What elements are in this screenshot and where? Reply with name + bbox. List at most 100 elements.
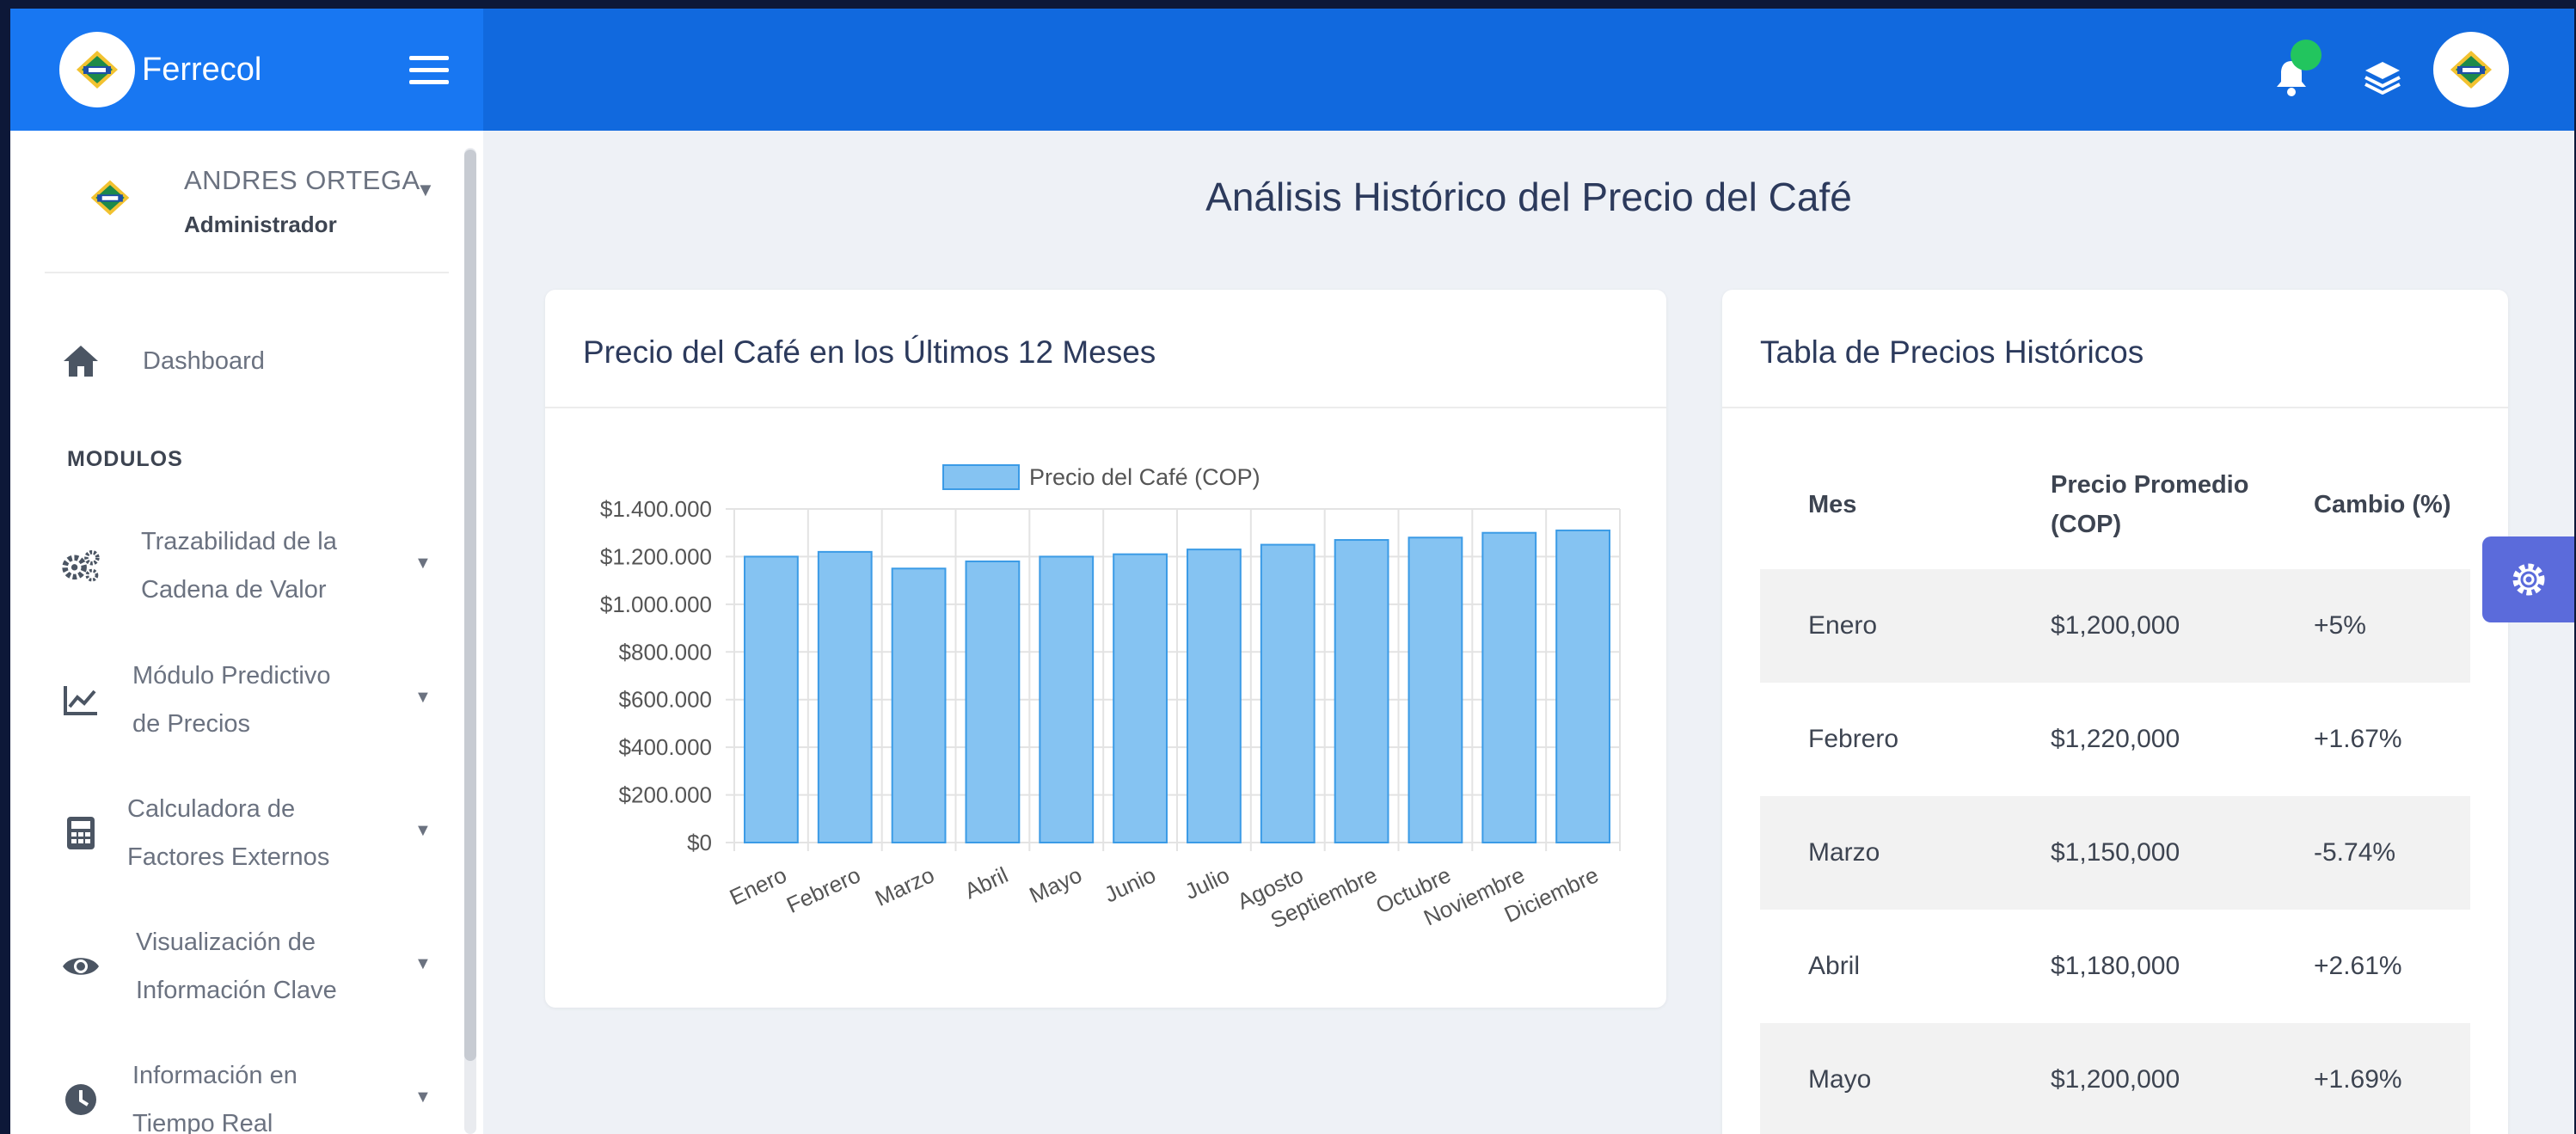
sidebar-item-label: Trazabilidad de la [141,528,337,555]
column-header-precio: Precio Promedio (COP) [2051,471,2249,538]
home-icon [60,340,101,382]
user-logo-icon [90,180,130,216]
bar [1260,543,1316,843]
price-table: Mes Precio Promedio (COP) Cambio (%) Ene… [1760,440,2470,1134]
page-title: Análisis Histórico del Precio del Café [1205,175,1852,219]
chevron-down-icon[interactable]: ▼ [416,179,435,201]
cell-change: +1.69% [2266,1023,2470,1134]
cell-price: $1,200,000 [2003,1023,2266,1134]
sidebar-item-label: Información en [132,1062,297,1089]
bar [1113,553,1168,844]
y-tick-label: $0 [687,830,712,855]
chart-card-title: Precio del Café en los Últimos 12 Meses [583,334,1156,370]
sidebar-item-tiempo-real[interactable]: Información en Tiempo Real ▼ [45,1051,457,1134]
x-tick-label: Junio [1101,861,1160,907]
bar [891,567,947,844]
sidebar-item-dashboard[interactable]: Dashboard [45,337,457,385]
x-tick-label: Enero [726,861,791,910]
cell-month: Enero [1760,569,2003,683]
chevron-down-icon[interactable]: ▼ [414,954,432,974]
layers-icon[interactable] [2364,60,2401,95]
sidebar-item-label: Dashboard [143,347,265,375]
chevron-down-icon[interactable]: ▼ [414,821,432,841]
chevron-down-icon[interactable]: ▼ [414,1088,432,1107]
card-header: Tabla de Precios Históricos [1722,290,2508,408]
sidebar-item-label: Módulo Predictivo [132,662,331,690]
brand-logo[interactable] [59,32,135,107]
app-frame: Ferrecol ANDRES ORTEGA Administrador ▼ D… [10,9,2574,1134]
cell-change: -5.74% [2266,796,2470,910]
y-tick-label: $400.000 [619,734,712,760]
cell-month: Mayo [1760,1023,2003,1134]
sidebar-item-label: de Precios [132,710,251,738]
sidebar-item-label: Cadena de Valor [141,576,327,604]
cell-change: +5% [2266,569,2470,683]
user-name: ANDRES ORTEGA [184,165,420,195]
sidebar-item-predictivo[interactable]: Módulo Predictivo de Precios ▼ [45,652,457,748]
cell-price: $1,180,000 [2051,952,2180,980]
section-title-modulos: MODULOS [67,447,183,471]
table-row: Marzo $1,150,000 -5.74% [1760,796,2470,910]
sidebar-item-label: Información Clave [136,977,337,1004]
y-tick-label: $200.000 [619,782,712,808]
clock-icon [60,1079,101,1120]
user-profile[interactable]: ANDRES ORTEGA Administrador ▼ [45,131,449,273]
avatar[interactable] [2433,32,2509,107]
top-bar: Ferrecol [10,9,2574,131]
x-tick-label: Abril [960,861,1012,904]
sidebar-item-trazabilidad[interactable]: Trazabilidad de la Cadena de Valor ▼ [45,518,457,614]
sidebar-item-label: Calculadora de [127,795,296,823]
bar [817,550,873,843]
notification-dot [2291,40,2321,70]
bar [1334,539,1389,843]
brand-logo-icon [77,51,118,89]
cell-month: Marzo [1760,796,2003,910]
y-tick-label: $1.400.000 [600,496,712,522]
sidebar-scrollbar-thumb[interactable] [464,150,476,1061]
y-tick-label: $1.000.000 [600,592,712,617]
table-row: Abril $1,180,000 +2.61% [1760,910,2470,1023]
cell-change: +1.67% [2314,725,2402,753]
table-row: Febrero $1,220,000 +1.67% [1760,683,2470,796]
y-tick-label: $1.200.000 [600,543,712,569]
bar [965,560,1021,843]
bar [1555,529,1610,843]
gear-icon [2512,563,2544,596]
bar [1039,555,1095,844]
eye-icon [60,946,101,987]
table-row: Mayo $1,200,000 +1.69% [1760,1023,2470,1134]
x-tick-label: Julio [1181,861,1233,904]
bar [1187,549,1242,843]
legend-label: Precio del Café (COP) [1029,464,1260,490]
table-row: Enero $1,200,000 +5% [1760,569,2470,683]
sidebar-item-calculadora[interactable]: Calculadora de Factores Externos ▼ [45,785,457,881]
sidebar-item-label: Factores Externos [127,843,330,871]
cell-price: $1,150,000 [2003,796,2266,910]
chart-card: Precio del Café en los Últimos 12 Meses … [545,290,1666,1008]
bar [744,555,799,844]
card-header: Precio del Café en los Últimos 12 Meses [545,290,1666,408]
cell-month: Abril [1808,952,1861,980]
chevron-down-icon[interactable]: ▼ [414,554,432,573]
sidebar-item-label: Tiempo Real [132,1110,273,1134]
brand-name: Ferrecol [142,52,262,88]
cell-price: $1,220,000 [2051,725,2180,753]
sidebar-item-visualizacion[interactable]: Visualización de Información Clave ▼ [45,918,457,1014]
column-header-mes: Mes [1808,491,1857,518]
calculator-icon [60,812,101,854]
bar [1408,536,1463,843]
cell-change: +2.61% [2314,952,2402,980]
table-card-title: Tabla de Precios Históricos [1760,334,2144,370]
settings-tab[interactable] [2482,536,2574,622]
column-header-cambio: Cambio (%) [2314,491,2451,518]
bar [1481,531,1537,843]
trend-chart-icon [60,679,101,720]
x-tick-label: Febrero [782,861,864,918]
hamburger-menu-icon[interactable] [409,56,449,85]
chevron-down-icon[interactable]: ▼ [414,688,432,708]
y-tick-label: $600.000 [619,687,712,713]
brand-area: Ferrecol [10,9,483,131]
cogs-icon [60,545,101,586]
table-card: Tabla de Precios Históricos Mes Precio P… [1722,290,2508,1134]
avatar-logo-icon [2450,51,2492,89]
